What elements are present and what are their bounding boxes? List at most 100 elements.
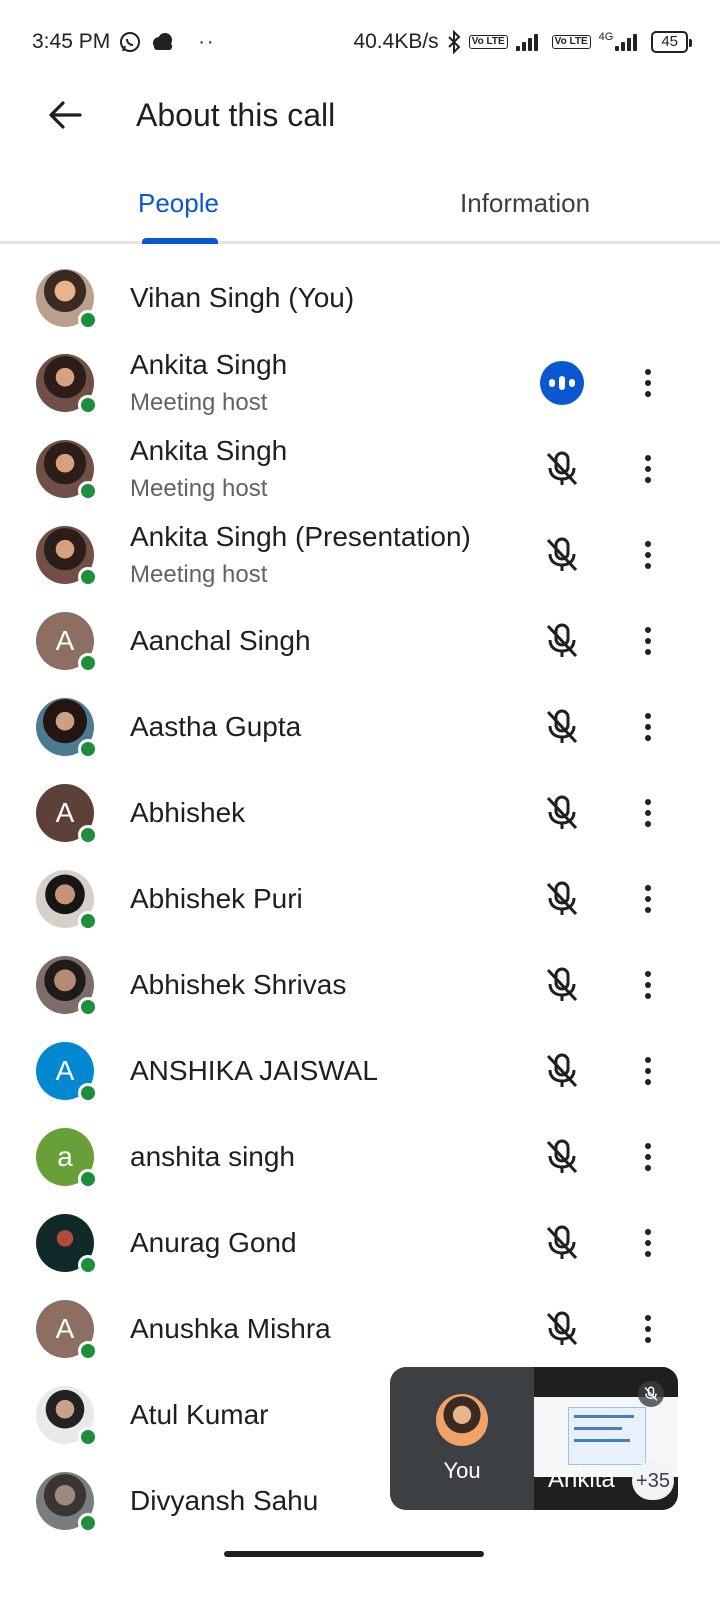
participant-name: Anushka Mishra [130, 1313, 331, 1344]
more-options-button[interactable] [630, 361, 666, 405]
online-status-dot [78, 1255, 98, 1275]
more-options-button[interactable] [630, 1307, 666, 1351]
avatar [36, 354, 98, 415]
participant-row[interactable]: A Abhishek [0, 770, 720, 856]
participant-row[interactable]: Anurag Gond [0, 1200, 720, 1286]
page-title: About this call [136, 96, 336, 133]
mic-off-icon[interactable] [540, 1135, 584, 1179]
participant-row[interactable]: A Anushka Mishra [0, 1286, 720, 1372]
home-indicator[interactable] [224, 1551, 484, 1557]
participant-name: Abhishek Shrivas [130, 969, 347, 1000]
participant-row[interactable]: a anshita singh [0, 1114, 720, 1200]
mic-off-icon[interactable] [540, 447, 584, 491]
participant-row[interactable]: Ankita Singh (Presentation) Meeting host [0, 512, 720, 598]
avatar-letter: A [55, 797, 75, 828]
participant-row[interactable]: Ankita Singh Meeting host [0, 340, 720, 426]
avatar: A [36, 1300, 98, 1361]
more-options-button[interactable] [630, 1221, 666, 1265]
more-options-button[interactable] [630, 1135, 666, 1179]
participant-name: ANSHIKA JAISWAL [130, 1055, 378, 1086]
mic-off-icon[interactable] [540, 791, 584, 835]
participant-row[interactable]: Aastha Gupta [0, 684, 720, 770]
participant-row[interactable]: Vihan Singh (You) [0, 256, 720, 340]
mic-off-icon[interactable] [540, 705, 584, 749]
avatar [36, 1472, 98, 1533]
online-status-dot [78, 739, 98, 759]
more-options-button[interactable] [630, 877, 666, 921]
battery-indicator: 45 [651, 31, 692, 53]
speaking-indicator-icon[interactable] [540, 361, 584, 405]
mic-off-icon[interactable] [540, 877, 584, 921]
mic-off-icon[interactable] [540, 1221, 584, 1265]
avatar-letter: A [55, 1313, 75, 1344]
online-status-dot [78, 310, 98, 330]
participant-row[interactable]: Abhishek Puri [0, 856, 720, 942]
cloud-icon [153, 33, 173, 50]
participant-row[interactable]: Ankita Singh Meeting host [0, 426, 720, 512]
arrow-back-icon [49, 101, 82, 129]
mic-off-icon[interactable] [540, 963, 584, 1007]
online-status-dot [78, 997, 98, 1017]
avatar-letter: A [55, 1055, 75, 1086]
participant-count-badge[interactable]: +35 [632, 1462, 674, 1500]
status-bar: 3:45 PM ·· 40.4KB/s Vo LTE Vo LTE 4G 45 [0, 0, 720, 84]
avatar-letter: a [57, 1141, 73, 1172]
more-options-button[interactable] [630, 705, 666, 749]
participant-row[interactable]: A ANSHIKA JAISWAL [0, 1028, 720, 1114]
participant-name: Atul Kumar [130, 1399, 269, 1430]
tab-information[interactable]: Information [360, 166, 720, 241]
more-options-button[interactable] [630, 533, 666, 577]
pip-presenter-label: Ankita [548, 1466, 615, 1493]
online-status-dot [78, 911, 98, 931]
online-status-dot [78, 1169, 98, 1189]
participant-name: Abhishek [130, 797, 246, 828]
more-options-button[interactable] [630, 963, 666, 1007]
online-status-dot [78, 1341, 98, 1361]
bluetooth-icon [447, 30, 461, 54]
participants-list: Vihan Singh (You) Ankita Singh Meeting h… [0, 256, 720, 1544]
avatar-letter: A [55, 625, 75, 656]
back-button[interactable] [34, 84, 96, 146]
mic-off-icon[interactable] [540, 1307, 584, 1351]
avatar: A [36, 784, 98, 845]
mic-off-icon[interactable] [540, 533, 584, 577]
document-line [574, 1427, 622, 1430]
pip-self-tile[interactable]: You [390, 1367, 534, 1510]
online-status-dot [78, 395, 98, 415]
participant-name: Divyansh Sahu [130, 1485, 319, 1516]
mic-off-icon[interactable] [540, 1049, 584, 1093]
participant-row[interactable]: A Aanchal Singh [0, 598, 720, 684]
picture-in-picture-panel[interactable]: You Ankita +35 [390, 1367, 678, 1510]
mic-off-icon [638, 1381, 664, 1407]
online-status-dot [78, 1083, 98, 1103]
more-options-button[interactable] [630, 1049, 666, 1093]
pip-presenter-tile[interactable]: Ankita +35 [534, 1367, 678, 1510]
pip-self-label: You [443, 1458, 481, 1483]
participant-row[interactable]: Abhishek Shrivas [0, 942, 720, 1028]
network-speed: 40.4KB/s [353, 30, 439, 53]
more-options-button[interactable] [630, 791, 666, 835]
avatar: a [36, 1128, 98, 1189]
avatar [436, 1394, 488, 1446]
avatar [36, 698, 98, 759]
signal-icon-2 [615, 33, 643, 51]
mic-off-icon[interactable] [540, 619, 584, 663]
more-notifications-icon: ·· [198, 30, 216, 53]
participant-role: Meeting host [130, 475, 268, 502]
network-type: 4G [598, 31, 614, 43]
participant-name: Ankita Singh (Presentation) [130, 521, 471, 552]
avatar [36, 440, 98, 501]
avatar [36, 526, 98, 587]
online-status-dot [78, 825, 98, 845]
more-options-button[interactable] [630, 619, 666, 663]
participant-name: Aastha Gupta [130, 711, 302, 742]
more-options-button[interactable] [630, 447, 666, 491]
online-status-dot [78, 567, 98, 587]
whatsapp-icon [120, 32, 141, 52]
tab-active-indicator [142, 238, 218, 244]
tab-people[interactable]: People [0, 166, 360, 244]
participant-name: Aanchal Singh [130, 625, 311, 656]
participant-name: Abhishek Puri [130, 883, 303, 914]
participant-role: Meeting host [130, 561, 268, 588]
online-status-dot [78, 1427, 98, 1447]
